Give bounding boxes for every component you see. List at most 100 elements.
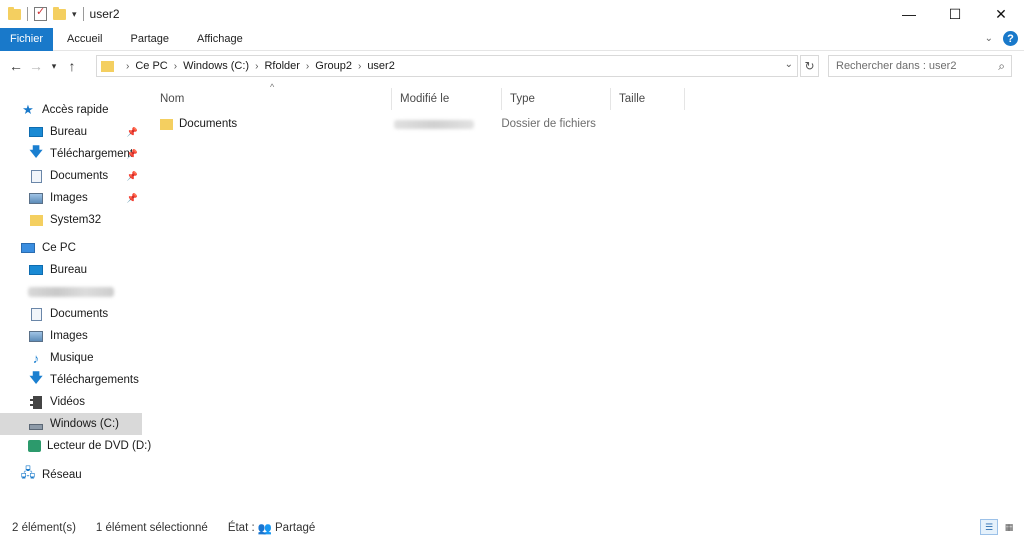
back-arrow-icon[interactable]: ← [6, 55, 26, 77]
nav-label: Bureau [50, 126, 88, 138]
video-icon [28, 395, 44, 409]
nav-network[interactable]: 🖧 Réseau [20, 464, 142, 486]
column-header-modified[interactable]: Modifié le [392, 88, 502, 110]
up-arrow-icon[interactable]: ↑ [62, 55, 82, 77]
nav-label: Accès rapide [42, 104, 109, 116]
details-view-icon[interactable]: ☰ [980, 519, 998, 535]
recent-locations-icon[interactable]: ▾ [46, 55, 62, 77]
column-header-type[interactable]: Type [502, 88, 611, 110]
nav-quick-images[interactable]: Images 📌 [28, 187, 142, 209]
nav-pc-music[interactable]: ♪ Musique [28, 347, 142, 369]
pin-icon[interactable]: 📌 [127, 193, 138, 204]
chevron-right-icon[interactable]: › [306, 61, 309, 72]
nav-pc-documents[interactable]: Documents [28, 303, 142, 325]
maximize-button[interactable]: ☐ [932, 0, 978, 28]
expand-ribbon-icon[interactable]: ⌄ [985, 33, 993, 44]
pin-icon[interactable]: 📌 [127, 171, 138, 182]
ribbon-tabs: Fichier Accueil Partage Affichage ⌄ ? [0, 27, 1024, 51]
nav-pc-videos[interactable]: Vidéos [28, 391, 142, 413]
nav-pc-desktop[interactable]: Bureau [28, 259, 142, 281]
navigation-bar: ← → ▾ ↑ › Ce PC › Windows (C:) › Rfolder… [0, 54, 1024, 78]
nav-label: System32 [50, 214, 102, 226]
nav-label: Documents [50, 308, 109, 320]
breadcrumb-this-pc[interactable]: Ce PC [135, 60, 167, 72]
file-name-cell[interactable]: Documents [152, 118, 386, 130]
nav-label: Ce PC [42, 242, 76, 254]
dvd-drive-icon [28, 439, 41, 453]
nav-pc-downloads[interactable]: 🡇 Téléchargements [28, 369, 142, 391]
breadcrumb-group2[interactable]: Group2 [315, 60, 352, 72]
nav-pc-windows-c[interactable]: Windows (C:) [0, 413, 142, 435]
pin-icon[interactable]: 📌 [127, 127, 138, 138]
nav-quick-downloads[interactable]: 🡇 Téléchargements 📌 [28, 143, 142, 165]
search-box[interactable]: ⌕ [828, 55, 1012, 77]
tab-share[interactable]: Partage [116, 28, 183, 51]
close-button[interactable]: ✕ [978, 0, 1024, 28]
new-folder-icon[interactable] [53, 6, 66, 20]
desktop-icon [28, 263, 44, 277]
nav-quick-system32[interactable]: System32 [28, 209, 142, 231]
refresh-icon[interactable]: ↻ [800, 55, 819, 77]
nav-label: Documents [50, 170, 109, 182]
document-icon [28, 307, 44, 321]
music-icon: ♪ [32, 350, 40, 366]
address-bar[interactable]: › Ce PC › Windows (C:) › Rfolder › Group… [96, 55, 798, 77]
folder-icon [160, 118, 173, 130]
tab-file[interactable]: Fichier [0, 27, 54, 51]
help-icon[interactable]: ? [1003, 31, 1018, 46]
nav-label: Téléchargements [50, 374, 139, 386]
chevron-right-icon[interactable]: › [255, 61, 258, 72]
chevron-down-icon[interactable]: ⌄ [785, 59, 793, 70]
separator [27, 7, 28, 21]
picture-icon [28, 191, 44, 205]
redacted-item [28, 287, 114, 297]
nav-pc-redacted[interactable] [28, 281, 142, 303]
separator [82, 7, 84, 21]
search-input[interactable] [836, 60, 986, 72]
document-icon [28, 169, 44, 183]
column-header-size[interactable]: Taille [611, 88, 685, 110]
breadcrumb-user2[interactable]: user2 [367, 60, 395, 72]
tab-home[interactable]: Accueil [53, 28, 116, 51]
breadcrumb-windows-c[interactable]: Windows (C:) [183, 60, 249, 72]
minimize-button[interactable]: — [886, 0, 932, 28]
chevron-right-icon[interactable]: › [358, 61, 361, 72]
file-type-cell: Dossier de fichiers [501, 118, 596, 130]
picture-icon [28, 329, 44, 343]
folder-icon [101, 60, 114, 72]
large-icons-view-icon[interactable]: ▦ [1000, 519, 1018, 535]
computer-icon [20, 241, 36, 255]
view-switcher: ☰ ▦ [980, 519, 1018, 535]
quick-access-toolbar: ▾ [0, 5, 84, 21]
chevron-right-icon[interactable]: › [126, 61, 129, 72]
title-bar: ▾ user2 — ☐ ✕ [0, 0, 1024, 28]
breadcrumb-rfolder[interactable]: Rfolder [264, 60, 299, 72]
nav-pc-dvd[interactable]: Lecteur de DVD (D:) [28, 435, 151, 457]
nav-label: Téléchargements [50, 148, 132, 160]
nav-quick-desktop[interactable]: Bureau 📌 [28, 121, 142, 143]
nav-this-pc[interactable]: Ce PC [20, 237, 142, 259]
nav-label: Musique [50, 352, 94, 364]
nav-label: Lecteur de DVD (D:) [47, 440, 152, 452]
drive-icon [28, 417, 44, 431]
customize-toolbar-dropdown-icon[interactable]: ▾ [72, 9, 77, 20]
star-icon: ★ [22, 102, 34, 117]
chevron-right-icon[interactable]: › [174, 61, 177, 72]
window-title: user2 [89, 7, 120, 21]
nav-pc-images[interactable]: Images [28, 325, 142, 347]
forward-arrow-icon[interactable]: → [26, 55, 46, 77]
pin-icon[interactable]: 📌 [127, 149, 138, 160]
column-headers: Nom Modifié le Type Taille [152, 88, 685, 110]
search-icon[interactable]: ⌕ [998, 59, 1005, 74]
nav-quick-documents[interactable]: Documents 📌 [28, 165, 142, 187]
nav-label: Bureau [50, 264, 88, 276]
nav-quick-access[interactable]: ★ Accès rapide [20, 99, 142, 121]
navigation-pane: ★ Accès rapide Bureau 📌 🡇 Téléchargement… [0, 96, 151, 506]
tab-view[interactable]: Affichage [183, 28, 257, 51]
nav-label: Images [50, 192, 88, 204]
column-header-name[interactable]: Nom [152, 88, 392, 110]
desktop-icon [28, 125, 44, 139]
properties-icon[interactable] [34, 5, 47, 21]
table-row[interactable]: Documents Dossier de fichiers [152, 114, 672, 134]
item-count: 2 élément(s) [12, 522, 76, 534]
